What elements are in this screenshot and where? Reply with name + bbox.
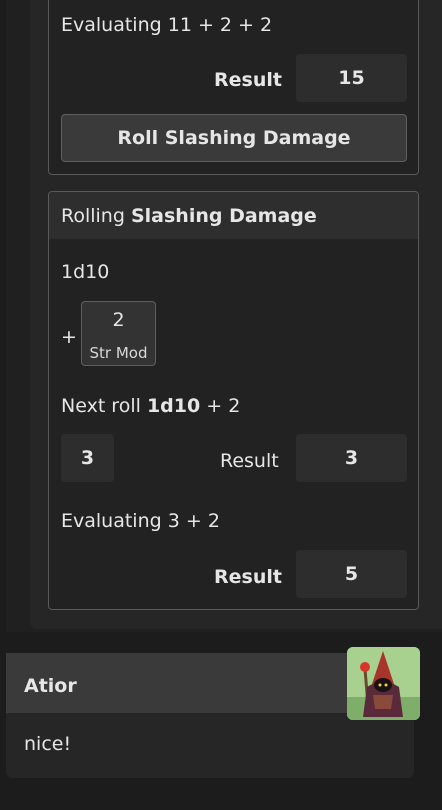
next-roll-suffix: + 2 (206, 395, 241, 417)
plus-sign: + (61, 326, 77, 348)
str-mod-box: 2 Str Mod (81, 301, 156, 366)
evaluating-text: Evaluating 3 + 2 (61, 510, 220, 532)
result-value: 15 (296, 54, 407, 102)
damage-roll-card: Rolling Slashing Damage 1d10 + 2 Str Mod… (48, 191, 419, 610)
die-result: 3 (61, 434, 114, 482)
next-roll-text: Next roll 1d10 + 2 (61, 395, 240, 417)
roll-slashing-damage-button[interactable]: Roll Slashing Damage (61, 114, 407, 162)
total-result-value: 5 (296, 550, 407, 598)
card-title: Rolling Slashing Damage (61, 205, 317, 227)
card-header: Rolling Slashing Damage (49, 192, 418, 239)
next-roll-formula: 1d10 (146, 395, 201, 417)
hooded-wizard-avatar[interactable] (347, 647, 420, 720)
attack-roll-card: Evaluating 11 + 2 + 2 Result 15 Roll Sla… (48, 0, 419, 175)
title-prefix: Rolling (61, 205, 125, 227)
avatar-image (347, 647, 420, 720)
message-text: nice! (24, 733, 72, 755)
modifier-value: 2 (112, 309, 125, 331)
modifier-label: Str Mod (89, 344, 148, 362)
title-bold: Slashing Damage (130, 205, 317, 227)
result-label: Result (220, 450, 279, 472)
evaluating-text: Evaluating 11 + 2 + 2 (61, 14, 273, 36)
dice-formula: 1d10 (61, 261, 110, 283)
total-result-label: Result (214, 566, 282, 588)
result-value: 3 (296, 434, 407, 482)
next-roll-prefix: Next roll (61, 395, 141, 417)
result-label: Result (214, 69, 282, 91)
author-name[interactable]: Atior (24, 675, 77, 697)
